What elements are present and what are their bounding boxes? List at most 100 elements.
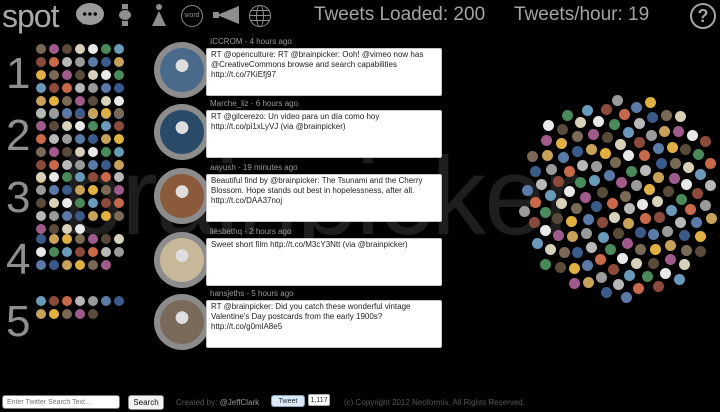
cloud-avatar[interactable] (544, 189, 556, 201)
cloud-avatar[interactable] (530, 196, 542, 208)
follower-avatar[interactable] (114, 160, 124, 170)
cloud-avatar[interactable] (552, 213, 564, 225)
cloud-avatar[interactable] (610, 157, 622, 169)
follower-avatar[interactable] (114, 247, 124, 257)
cloud-avatar[interactable] (630, 101, 642, 113)
cloud-avatar[interactable] (599, 147, 611, 159)
follower-avatar[interactable] (101, 160, 111, 170)
cloud-avatar[interactable] (631, 257, 643, 269)
follower-avatar[interactable] (62, 96, 72, 106)
follower-avatar[interactable] (101, 172, 111, 182)
tweet-username[interactable]: aayush (210, 163, 236, 172)
cloud-avatar[interactable] (660, 110, 672, 122)
cloud-avatar[interactable] (586, 144, 598, 155)
follower-avatar[interactable] (101, 108, 111, 118)
tweet-username[interactable]: hansjeths (210, 289, 244, 298)
follower-avatar[interactable] (114, 185, 124, 195)
cloud-avatar[interactable] (679, 230, 691, 242)
follower-avatar[interactable] (75, 198, 85, 208)
cloud-avatar[interactable] (609, 211, 621, 223)
avatar[interactable] (154, 294, 210, 350)
follower-avatar[interactable] (88, 234, 98, 244)
follower-avatar[interactable] (49, 160, 59, 170)
cloud-avatar[interactable] (528, 217, 540, 229)
follower-avatar[interactable] (62, 224, 72, 234)
cloud-avatar[interactable] (541, 135, 552, 147)
follower-avatar[interactable] (49, 44, 59, 54)
cloud-avatar[interactable] (621, 292, 633, 304)
follower-avatar[interactable] (36, 185, 46, 195)
cloud-avatar[interactable] (683, 161, 695, 173)
follower-avatar[interactable] (62, 160, 72, 170)
tweet-username[interactable]: liesbethq (210, 227, 242, 236)
watch-icon[interactable] (118, 4, 132, 26)
follower-avatar[interactable] (114, 147, 124, 157)
avatar[interactable] (154, 104, 210, 160)
cloud-avatar[interactable] (680, 143, 692, 155)
follower-avatar[interactable] (75, 160, 85, 170)
cloud-avatar[interactable] (672, 126, 684, 138)
cloud-avatar[interactable] (553, 230, 565, 242)
cloud-avatar[interactable] (666, 141, 678, 153)
follower-avatar[interactable] (114, 70, 124, 80)
cloud-avatar[interactable] (653, 280, 665, 292)
cloud-avatar[interactable] (653, 143, 664, 155)
follower-avatar[interactable] (75, 296, 85, 306)
follower-avatar[interactable] (49, 70, 59, 80)
tweet-text[interactable]: Beautiful find by @brainpicker: The Tsun… (206, 174, 442, 222)
follower-avatar[interactable] (62, 185, 72, 195)
follower-avatar[interactable] (88, 121, 98, 131)
follower-avatar[interactable] (88, 198, 98, 208)
follower-avatar[interactable] (101, 70, 111, 80)
cloud-avatar[interactable] (691, 216, 703, 228)
follower-avatar[interactable] (49, 211, 59, 221)
cloud-avatar[interactable] (695, 169, 706, 181)
follower-avatar[interactable] (88, 108, 98, 118)
follower-avatar[interactable] (36, 44, 46, 54)
follower-avatar[interactable] (36, 234, 46, 244)
follower-avatar[interactable] (88, 172, 98, 182)
creator-link[interactable]: @JeffClark (220, 398, 260, 407)
cloud-avatar[interactable] (575, 177, 586, 189)
cloud-avatar[interactable] (700, 199, 712, 211)
follower-avatar[interactable] (62, 234, 72, 244)
cloud-avatar[interactable] (641, 271, 653, 283)
cloud-avatar[interactable] (581, 227, 593, 239)
tweet-card[interactable]: ICCROM - 4 hours ago RT @openculture: RT… (154, 37, 444, 102)
follower-avatar[interactable] (101, 247, 111, 257)
cloud-avatar[interactable] (675, 111, 687, 123)
megaphone-icon[interactable] (213, 6, 239, 24)
help-icon[interactable]: ? (690, 3, 716, 29)
follower-avatar[interactable] (75, 96, 85, 106)
follower-avatar[interactable] (36, 160, 46, 170)
cloud-avatar[interactable] (664, 254, 676, 265)
cloud-avatar[interactable] (693, 149, 705, 161)
tweet-text[interactable]: RT @openculture: RT @brainpicker: Ooh! @… (206, 48, 442, 96)
follower-avatar[interactable] (49, 134, 59, 144)
cloud-avatar[interactable] (585, 241, 597, 253)
follower-avatar[interactable] (36, 260, 46, 270)
cloud-avatar[interactable] (660, 267, 672, 279)
cloud-avatar[interactable] (630, 179, 642, 191)
cloud-avatar[interactable] (662, 186, 674, 198)
cloud-avatar[interactable] (596, 217, 608, 229)
cloud-avatar[interactable] (678, 259, 690, 271)
follower-avatar[interactable] (75, 224, 85, 234)
search-input[interactable] (2, 395, 120, 409)
follower-avatar[interactable] (36, 70, 46, 80)
cloud-avatar[interactable] (652, 172, 664, 184)
cloud-avatar[interactable] (582, 260, 594, 272)
cloud-avatar[interactable] (589, 175, 601, 187)
cloud-avatar[interactable] (563, 185, 575, 197)
cloud-avatar[interactable] (643, 183, 655, 195)
cloud-avatar[interactable] (692, 187, 703, 199)
cloud-avatar[interactable] (562, 109, 574, 121)
person-icon[interactable] (150, 4, 168, 26)
follower-avatar[interactable] (62, 147, 72, 157)
cloud-avatar[interactable] (694, 231, 706, 242)
cloud-avatar[interactable] (644, 97, 656, 109)
follower-avatar[interactable] (88, 70, 98, 80)
follower-avatar[interactable] (75, 83, 85, 93)
follower-avatar[interactable] (49, 185, 59, 195)
cloud-avatar[interactable] (609, 119, 621, 131)
